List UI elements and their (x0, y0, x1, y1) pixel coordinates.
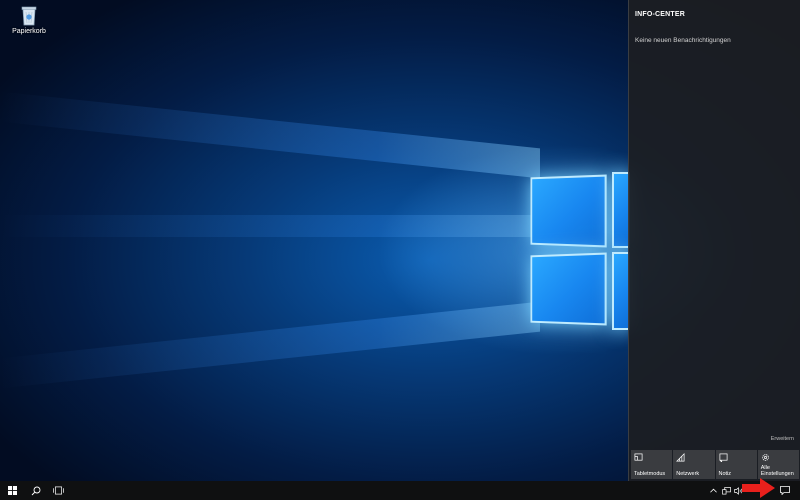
light-beam (0, 91, 540, 179)
quick-action-tablet-mode[interactable]: Tabletmodus (631, 450, 673, 479)
network-tray-button[interactable] (721, 481, 731, 500)
recycle-bin-icon (21, 6, 37, 26)
windows-logo-pane (530, 252, 607, 326)
quick-action-label: Netzwerk (676, 471, 700, 477)
task-view-icon (52, 486, 64, 495)
show-hidden-icons-button[interactable] (708, 481, 718, 500)
chevron-up-icon (709, 488, 717, 493)
start-button[interactable] (0, 481, 24, 500)
empty-notifications-message: Keine neuen Benachrichtigungen (635, 37, 731, 44)
network-icon (676, 453, 685, 462)
windows-logo-icon (7, 486, 17, 495)
search-icon (31, 486, 41, 495)
network-tray-icon (721, 486, 731, 494)
quick-action-label: Tabletmodus (634, 471, 666, 477)
note-icon (719, 453, 727, 462)
light-beam (0, 215, 540, 237)
expand-link[interactable]: Erweitern (771, 436, 794, 442)
action-center-button[interactable] (778, 481, 792, 500)
windows-logo-pane (530, 174, 607, 248)
gear-icon (761, 454, 769, 461)
tablet-mode-icon (634, 453, 643, 461)
quick-action-note[interactable]: Notiz (715, 450, 757, 479)
light-beam (0, 301, 540, 389)
quick-actions: Tabletmodus Netzwerk Notiz Alle Einstell… (631, 450, 799, 479)
quick-action-all-settings[interactable]: Alle Einstellungen (757, 450, 799, 479)
search-button[interactable] (24, 481, 48, 500)
action-center-title: INFO-CENTER (635, 11, 686, 18)
red-annotation-arrow (742, 478, 775, 498)
desktop-icon-recycle-bin[interactable]: Papierkorb (8, 4, 50, 35)
action-center-panel: INFO-CENTER Keine neuen Benachrichtigung… (628, 0, 800, 481)
task-view-button[interactable] (46, 481, 70, 500)
quick-action-label: Notiz (718, 471, 732, 477)
desktop-icon-label: Papierkorb (12, 28, 46, 35)
notification-icon (780, 486, 790, 495)
taskbar (0, 481, 800, 500)
quick-action-network[interactable]: Netzwerk (673, 450, 715, 479)
quick-action-label: Alle Einstellungen (760, 465, 794, 477)
